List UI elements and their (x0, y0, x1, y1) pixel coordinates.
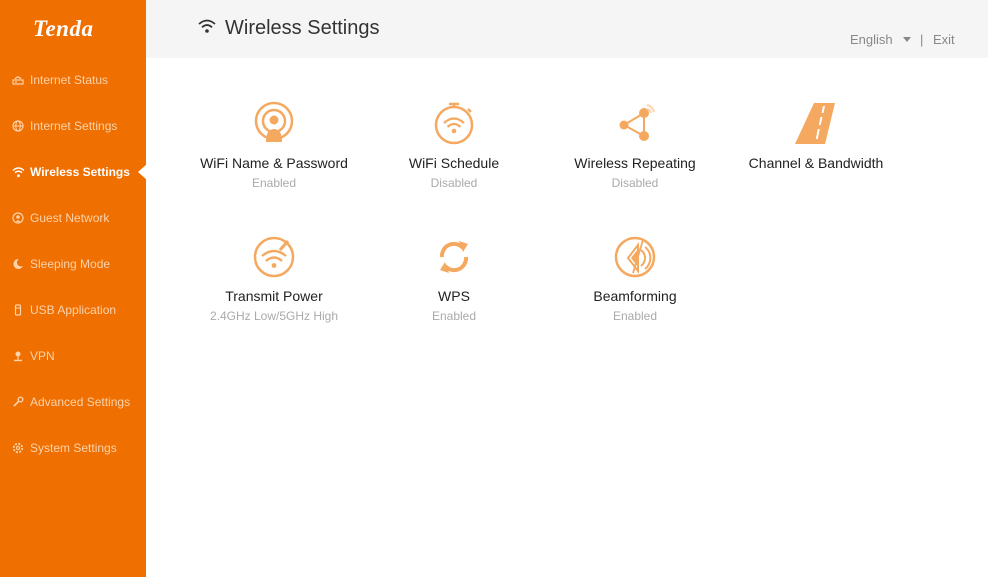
tile-status: Enabled (431, 309, 477, 323)
sidebar-item-advanced-settings[interactable]: Advanced Settings (0, 379, 146, 425)
gear-icon (11, 441, 25, 455)
sidebar-item-sleeping-mode[interactable]: Sleeping Mode (0, 241, 146, 287)
sidebar-item-label: System Settings (30, 441, 117, 455)
exit-link[interactable]: Exit (933, 32, 955, 47)
language-label: English (850, 32, 893, 47)
tile-status: Enabled (612, 309, 658, 323)
vpn-icon (11, 349, 25, 363)
chevron-down-icon (902, 37, 911, 42)
road-icon (795, 103, 835, 144)
tile-status: Disabled (430, 176, 478, 190)
repeating-icon (619, 104, 655, 141)
tile-channel-bandwidth[interactable]: Channel & Bandwidth (731, 100, 901, 176)
sidebar-item-label: Guest Network (30, 211, 110, 225)
moon-icon (11, 257, 25, 271)
tile-wifi-name-password[interactable]: WiFi Name & Password Enabled (189, 100, 359, 190)
sidebar-item-label: VPN (30, 349, 55, 363)
tile-status: Disabled (611, 176, 659, 190)
sidebar-item-internet-status[interactable]: Internet Status (0, 57, 146, 103)
tile-name: WiFi Name & Password (200, 155, 348, 171)
tenda-logo: Tenda (33, 16, 94, 41)
wrench-icon (11, 395, 25, 409)
guest-icon (11, 211, 25, 225)
transmit-power-icon (253, 236, 295, 278)
tile-name: Transmit Power (225, 288, 323, 304)
language-select[interactable]: English (850, 32, 911, 47)
sidebar: Tenda Internet Status Internet Settings … (0, 0, 147, 577)
wifi-icon (11, 165, 25, 179)
sidebar-item-label: Internet Settings (30, 119, 118, 133)
tile-wireless-repeating[interactable]: Wireless Repeating Disabled (550, 100, 720, 190)
tile-status: 2.4GHz Low/5GHz High (209, 309, 339, 323)
sidebar-item-usb-application[interactable]: USB Application (0, 287, 146, 333)
wifi-schedule-icon (434, 102, 474, 145)
tile-name: WPS (438, 288, 470, 304)
sidebar-item-vpn[interactable]: VPN (0, 333, 146, 379)
header-separator: | (920, 32, 924, 47)
wifi-password-icon (254, 101, 294, 142)
tile-wps[interactable]: WPS Enabled (369, 235, 539, 323)
globe-icon (11, 119, 25, 133)
beamforming-icon (614, 236, 656, 278)
sidebar-item-label: Internet Status (30, 73, 109, 87)
sidebar-item-internet-settings[interactable]: Internet Settings (0, 103, 146, 149)
sidebar-item-wireless-settings[interactable]: Wireless Settings (0, 149, 147, 195)
wifi-icon (198, 18, 216, 39)
page-title: Wireless Settings (225, 17, 380, 39)
wps-icon (439, 241, 469, 273)
page-title-wrap: Wireless Settings (198, 17, 380, 40)
tile-wifi-schedule[interactable]: WiFi Schedule Disabled (369, 100, 539, 190)
sidebar-item-label: Sleeping Mode (30, 257, 111, 271)
tile-name: Beamforming (593, 288, 677, 304)
sidebar-item-guest-network[interactable]: Guest Network (0, 195, 146, 241)
sidebar-item-label: Wireless Settings (30, 165, 130, 179)
tile-name: Channel & Bandwidth (748, 155, 884, 171)
page-header: Wireless Settings English | Exit (146, 0, 988, 58)
tile-transmit-power[interactable]: Transmit Power 2.4GHz Low/5GHz High (189, 235, 359, 323)
sidebar-item-label: USB Application (30, 303, 117, 317)
tile-name: Wireless Repeating (574, 155, 696, 171)
usb-icon (11, 303, 25, 317)
tile-status: Enabled (251, 176, 297, 190)
tile-beamforming[interactable]: Beamforming Enabled (550, 235, 720, 323)
sidebar-item-system-settings[interactable]: System Settings (0, 425, 146, 471)
router-icon (11, 73, 25, 87)
sidebar-item-label: Advanced Settings (30, 395, 131, 409)
tile-name: WiFi Schedule (408, 155, 500, 171)
